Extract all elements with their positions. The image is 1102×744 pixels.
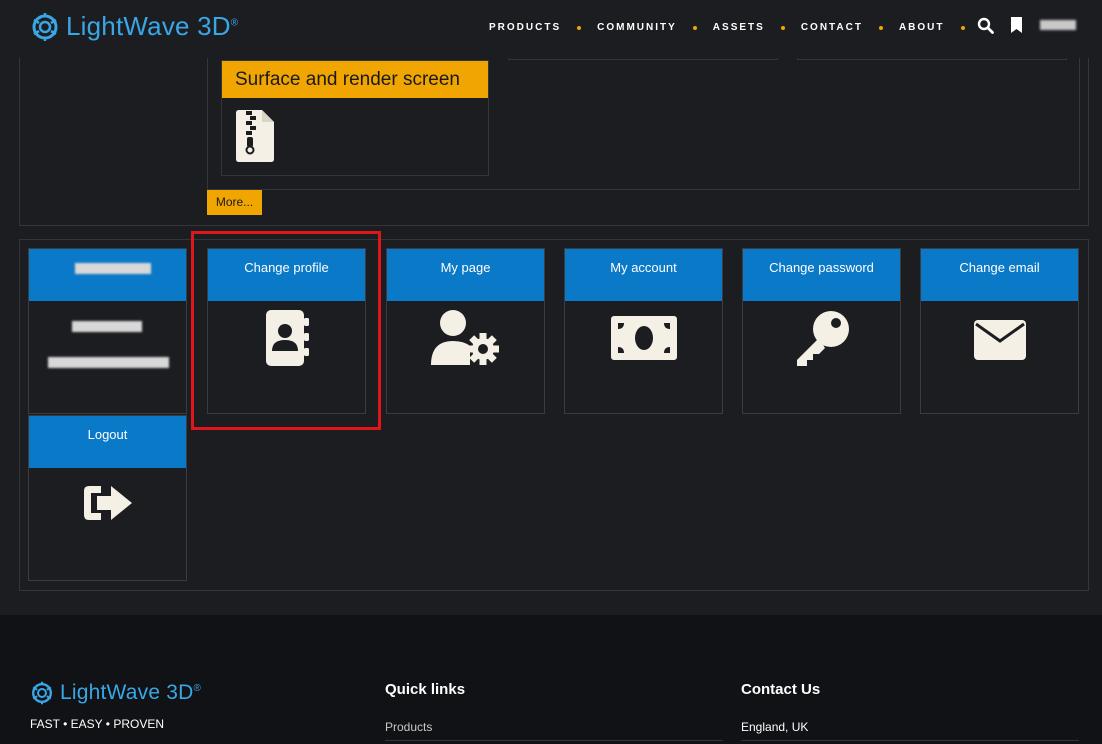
envelope-icon [973, 320, 1026, 360]
file-card[interactable]: Surface and render screen [221, 60, 489, 176]
quick-links-heading: Quick links [385, 681, 466, 698]
footer-divider [741, 740, 1079, 741]
footer-link-products[interactable]: Products [385, 720, 432, 734]
my-page-label[interactable]: My page [387, 249, 544, 301]
search-icon[interactable] [977, 17, 994, 34]
site-logo[interactable]: LightWave 3D® [30, 11, 238, 42]
nav-separator [878, 25, 883, 30]
site-header: LightWave 3D® PRODUCTS COMMUNITY ASSETS … [0, 0, 1102, 58]
lightwave-swirl-icon [32, 681, 52, 705]
change-profile-label[interactable]: Change profile [208, 249, 365, 301]
key-icon [796, 311, 849, 366]
file-card-title[interactable]: Surface and render screen [222, 61, 488, 98]
user-info-header [29, 249, 186, 301]
nav-about[interactable]: ABOUT [899, 22, 945, 33]
logout-arrow-icon [83, 486, 132, 520]
bookmark-icon[interactable] [1010, 17, 1023, 34]
nav-separator [780, 25, 785, 30]
my-account-tile[interactable]: My account [564, 248, 723, 414]
change-email-label[interactable]: Change email [921, 249, 1078, 301]
zip-file-icon [236, 110, 274, 162]
nav-separator [692, 25, 697, 30]
footer-divider [385, 740, 723, 741]
address-book-icon [265, 310, 309, 366]
logout-label[interactable]: Logout [29, 416, 186, 468]
user-email-text [48, 357, 169, 368]
change-profile-tile[interactable]: Change profile [207, 248, 366, 414]
user-detail-text [72, 321, 142, 332]
footer-logo[interactable]: LightWave 3D® [30, 681, 201, 705]
main-nav: PRODUCTS COMMUNITY ASSETS CONTACT ABOUT [489, 22, 981, 33]
logo-text: LightWave 3D® [66, 11, 239, 41]
nav-community[interactable]: COMMUNITY [597, 22, 677, 33]
footer-logo-text: LightWave 3D® [60, 681, 202, 704]
change-password-tile[interactable]: Change password [742, 248, 901, 414]
contact-location: England, UK [741, 720, 809, 734]
nav-contact[interactable]: CONTACT [801, 22, 863, 33]
lightwave-swirl-icon [32, 12, 58, 41]
money-bill-icon [610, 316, 677, 360]
logout-tile[interactable]: Logout [28, 415, 187, 581]
change-password-label[interactable]: Change password [743, 249, 900, 301]
change-email-tile[interactable]: Change email [920, 248, 1079, 414]
my-page-tile[interactable]: My page [386, 248, 545, 414]
username-text [75, 263, 151, 274]
user-info-tile [28, 248, 187, 414]
my-account-label[interactable]: My account [565, 249, 722, 301]
more-button[interactable]: More... [207, 190, 262, 215]
contact-heading: Contact Us [741, 681, 821, 698]
user-menu[interactable] [1040, 20, 1076, 30]
nav-assets[interactable]: ASSETS [713, 22, 765, 33]
nav-products[interactable]: PRODUCTS [489, 22, 561, 33]
user-settings-icon [430, 310, 499, 365]
nav-separator [960, 25, 965, 30]
site-footer: LightWave 3D® FAST • EASY • PROVEN Quick… [0, 615, 1102, 744]
footer-tagline: FAST • EASY • PROVEN [30, 717, 165, 731]
nav-separator [577, 25, 582, 30]
